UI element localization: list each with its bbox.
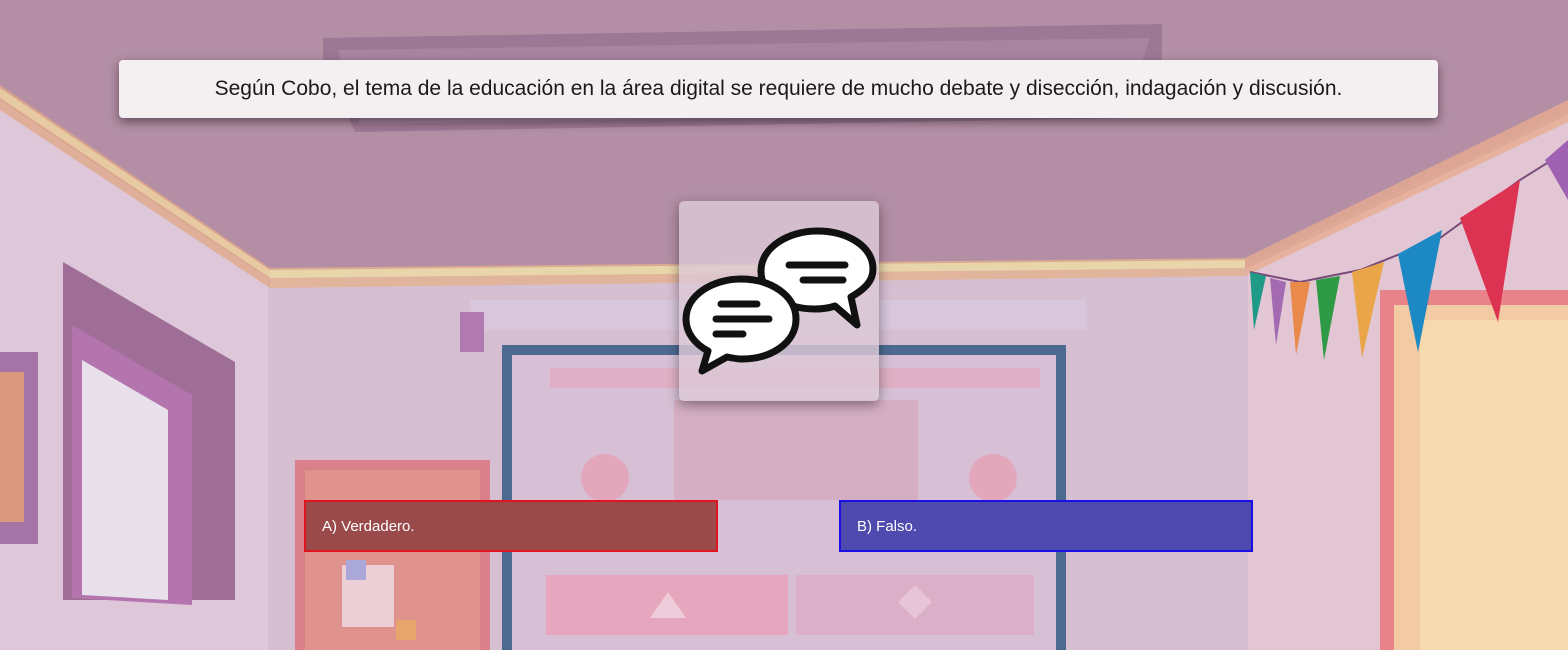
answer-option-b[interactable]: B) Falso. xyxy=(839,500,1253,552)
question-prompt: Según Cobo, el tema de la educación en l… xyxy=(119,60,1438,118)
question-illustration-card xyxy=(679,201,879,401)
answer-option-a-label: A) Verdadero. xyxy=(322,517,415,535)
speech-bubbles-icon xyxy=(682,227,877,375)
answer-option-a[interactable]: A) Verdadero. xyxy=(304,500,718,552)
question-text: Según Cobo, el tema de la educación en l… xyxy=(214,77,1343,100)
answer-option-b-label: B) Falso. xyxy=(857,517,918,535)
